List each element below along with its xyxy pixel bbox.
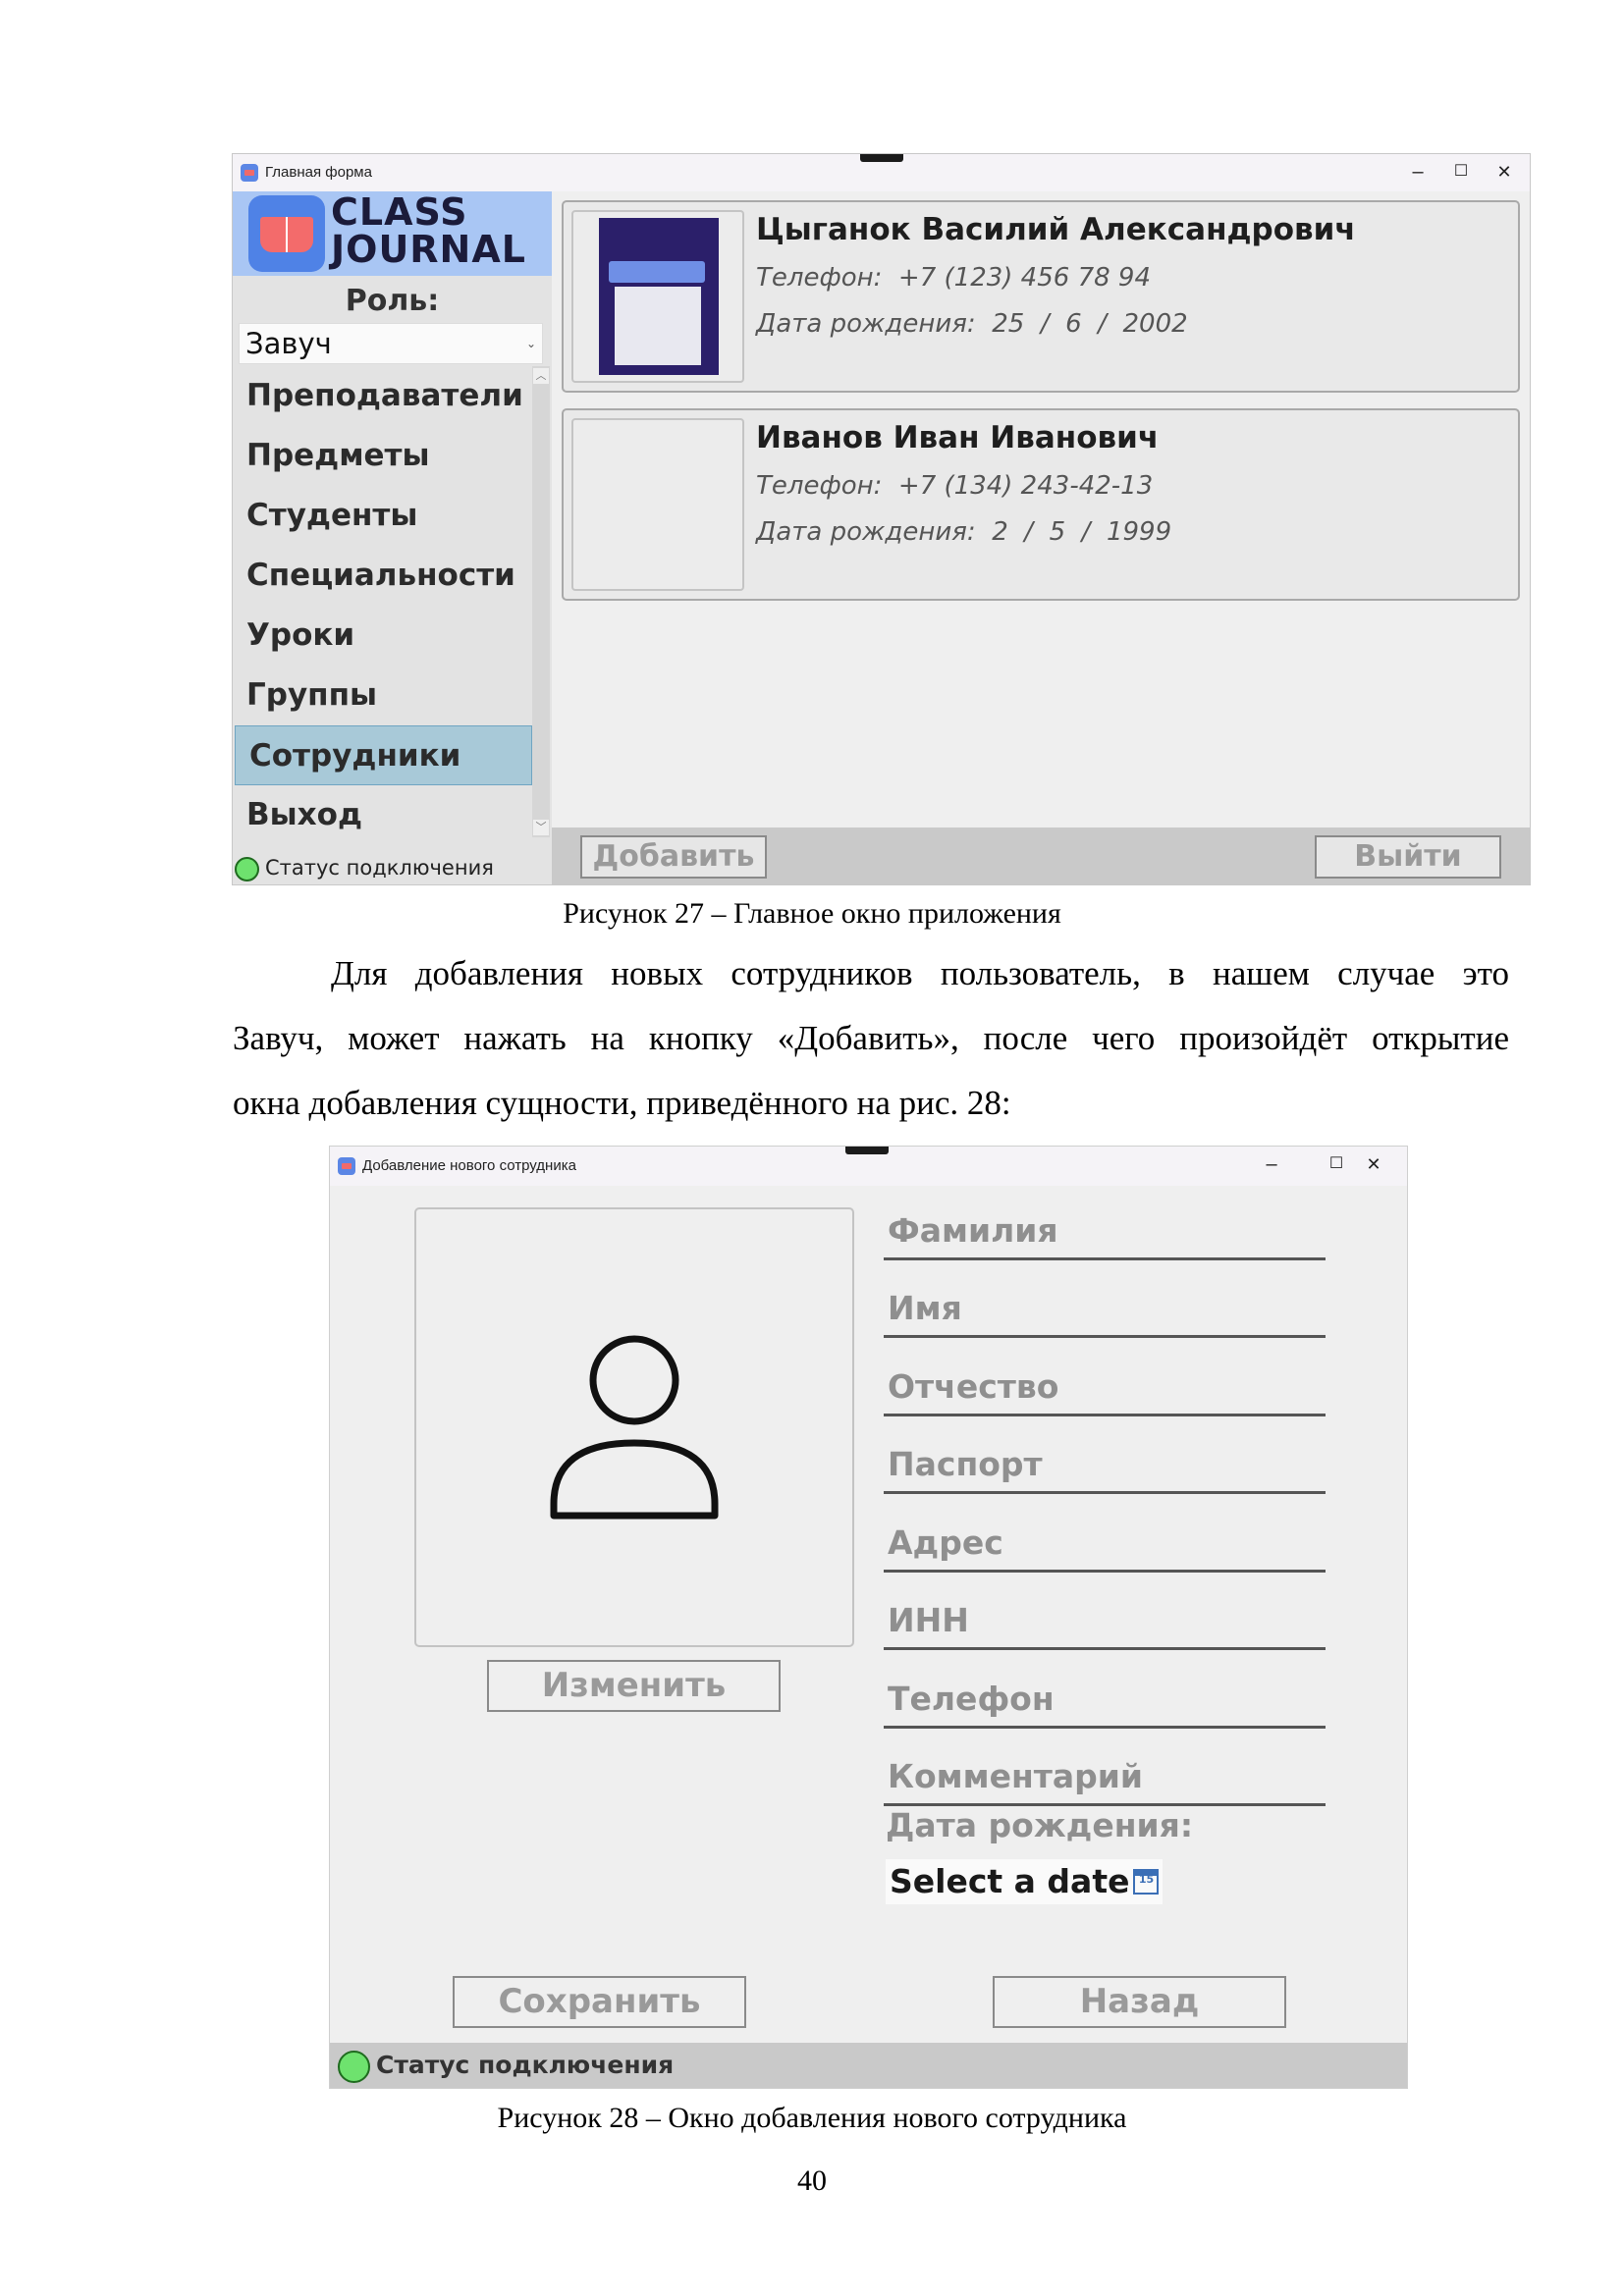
employee-birthdate: Дата рождения: 2 / 5 / 1999 (756, 517, 1172, 547)
app-icon (241, 164, 258, 182)
bottom-toolbar: Добавить Выйти (552, 828, 1530, 884)
page-number: 40 (797, 2164, 827, 2197)
role-select[interactable]: Завуч ⌄ (239, 323, 543, 364)
inn-field[interactable]: ИНН (884, 1595, 1326, 1650)
sidebar-item-teachers[interactable]: Преподаватели (233, 366, 532, 426)
connection-status-label: Статус подключения (265, 856, 494, 880)
snap-handle (845, 1147, 889, 1154)
scroll-down-icon[interactable]: ﹀ (533, 820, 549, 835)
paragraph-line: окна добавления сущности, приведённого н… (233, 1084, 1011, 1122)
app-icon (338, 1157, 355, 1175)
minimize-button[interactable]: – (1252, 1150, 1291, 1178)
app-logo: CLASS JOURNAL (233, 191, 552, 276)
employee-name: Иванов Иван Иванович (756, 420, 1160, 455)
close-button[interactable]: ✕ (1485, 158, 1524, 186)
employee-list-panel: Цыганок Василий Александрович Телефон: +… (552, 191, 1530, 884)
sidebar-item-specialties[interactable]: Специальности (233, 546, 532, 606)
employee-photo (571, 418, 744, 591)
add-button[interactable]: Добавить (580, 835, 767, 879)
save-button[interactable]: Сохранить (453, 1976, 746, 2028)
maximize-button[interactable]: ☐ (1317, 1150, 1356, 1178)
employee-card[interactable]: Иванов Иван Иванович Телефон: +7 (134) 2… (562, 408, 1520, 601)
phone-field[interactable]: Телефон (884, 1674, 1326, 1729)
user-avatar-icon (550, 1335, 719, 1520)
patronymic-field[interactable]: Отчество (884, 1362, 1326, 1416)
sidebar-item-students[interactable]: Студенты (233, 486, 532, 546)
sidebar-item-employees[interactable]: Сотрудники (235, 725, 532, 785)
role-label: Роль: (345, 284, 440, 318)
main-window-screenshot: Главная форма – ☐ ✕ CLASS JOURNAL Роль: … (232, 153, 1531, 885)
close-button[interactable]: ✕ (1354, 1150, 1393, 1178)
add-employee-titlebar: Добавление нового сотрудника – ☐ ✕ (330, 1147, 1407, 1186)
scroll-up-icon[interactable]: ︿ (533, 368, 549, 384)
sidebar: CLASS JOURNAL Роль: Завуч ⌄ Преподавател… (233, 191, 552, 884)
employee-birthdate: Дата рождения: 25 / 6 / 2002 (756, 309, 1188, 339)
sidebar-item-subjects[interactable]: Предметы (233, 426, 532, 486)
change-photo-button[interactable]: Изменить (487, 1660, 781, 1712)
sidebar-item-groups[interactable]: Группы (233, 666, 532, 725)
main-window-title: Главная форма (265, 164, 372, 181)
connection-status: Статус подключения (235, 851, 494, 884)
address-field[interactable]: Адрес (884, 1518, 1326, 1573)
sidebar-nav: Преподаватели Предметы Студенты Специаль… (233, 366, 532, 845)
sidebar-item-lessons[interactable]: Уроки (233, 606, 532, 666)
body-paragraph: Для добавления новых сотрудников пользов… (233, 941, 1509, 1136)
employee-photo (571, 210, 744, 383)
paragraph-line: Завуч, может нажать на кнопку «Добавить»… (233, 1019, 1509, 1057)
figure-caption-28: Рисунок 28 – Окно добавления нового сотр… (497, 2102, 1127, 2134)
logo-text-line1: CLASS (331, 190, 468, 234)
calendar-icon[interactable]: 15 (1133, 1868, 1160, 1895)
passport-field[interactable]: Паспорт (884, 1439, 1326, 1494)
minimize-button[interactable]: – (1398, 158, 1437, 186)
book-logo-icon (248, 195, 325, 272)
sidebar-item-exit[interactable]: Выход (233, 785, 532, 845)
add-employee-window-screenshot: Добавление нового сотрудника – ☐ ✕ Измен… (329, 1146, 1408, 2089)
snap-handle (860, 154, 903, 162)
photo-placeholder (414, 1207, 854, 1647)
status-indicator-icon (235, 856, 259, 881)
employee-card[interactable]: Цыганок Василий Александрович Телефон: +… (562, 200, 1520, 393)
birthdate-placeholder: Select a date (890, 1862, 1130, 1900)
figure-caption-27: Рисунок 27 – Главное окно приложения (563, 897, 1061, 930)
birthdate-label: Дата рождения: (886, 1806, 1194, 1844)
employee-phone: Телефон: +7 (134) 243-42-13 (756, 471, 1154, 501)
add-employee-title: Добавление нового сотрудника (362, 1157, 576, 1174)
sidebar-scrollbar[interactable]: ︿ ﹀ (532, 366, 550, 837)
comment-field[interactable]: Комментарий (884, 1751, 1326, 1806)
status-bar: Статус подключения (330, 2043, 1407, 2088)
back-button[interactable]: Назад (993, 1976, 1286, 2028)
maximize-button[interactable]: ☐ (1441, 158, 1481, 186)
last-name-field[interactable]: Фамилия (884, 1205, 1326, 1260)
employee-phone: Телефон: +7 (123) 456 78 94 (756, 263, 1152, 293)
chevron-down-icon: ⌄ (525, 337, 536, 350)
connection-status-label: Статус подключения (376, 2051, 675, 2079)
role-select-value: Завуч (245, 327, 332, 360)
paragraph-line: Для добавления новых сотрудников пользов… (331, 954, 1509, 992)
main-window-titlebar: Главная форма – ☐ ✕ (233, 154, 1530, 191)
first-name-field[interactable]: Имя (884, 1283, 1326, 1338)
employee-name: Цыганок Василий Александрович (756, 212, 1356, 247)
logo-text-line2: JOURNAL (331, 228, 526, 271)
status-indicator-icon (338, 2050, 370, 2083)
photo-thumbnail (599, 218, 719, 375)
birthdate-picker[interactable]: Select a date 15 (886, 1859, 1164, 1904)
exit-button[interactable]: Выйти (1315, 835, 1501, 879)
